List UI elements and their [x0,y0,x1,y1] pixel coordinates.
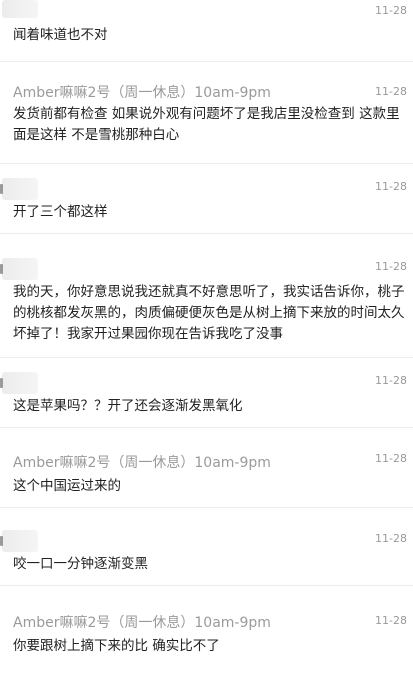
sender-name: Amber嘛嘛2号（周一休息）10am-9pm [13,85,271,101]
message-item: 11-28 闻着味道也不对 [0,0,413,62]
message-time: 11-28 [375,374,407,387]
message-text: 开了三个都这样 [13,204,108,220]
customer-avatar[interactable] [0,258,38,280]
message-time: 11-28 [375,614,407,627]
message-time: 11-28 [375,180,407,193]
customer-avatar[interactable] [0,530,38,552]
message-item: Amber嘛嘛2号（周一休息）10am-9pm 11-28 你要跟树上摘下来的比… [0,604,413,678]
message-item: 11-28 这是苹果吗？？开了还会逐渐发黑氧化 [0,366,413,428]
message-text: 你要跟树上摘下来的比 确实比不了 [13,638,220,654]
message-time: 11-28 [375,532,407,545]
customer-avatar[interactable] [2,0,38,18]
message-item: Amber嘛嘛2号（周一休息）10am-9pm 11-28 发货前都有检查 如果… [0,74,413,164]
message-time: 11-28 [375,85,407,98]
customer-avatar[interactable] [0,372,38,394]
message-item: 11-28 咬一口一分钟逐渐变黑 [0,524,413,586]
message-text: 闻着味道也不对 [13,27,108,43]
message-text: 咬一口一分钟逐渐变黑 [13,556,148,572]
customer-avatar[interactable] [0,178,38,200]
message-time: 11-28 [375,4,407,17]
message-time: 11-28 [375,260,407,273]
sender-name: Amber嘛嘛2号（周一休息）10am-9pm [13,615,271,631]
message-text: 我的天，你好意思说我还就真不好意思听了，我实话告诉你，桃子的桃核都发灰黑的，肉质… [13,284,405,342]
message-text: 这个中国运过来的 [13,478,121,494]
message-text: 这是苹果吗？？开了还会逐渐发黑氧化 [13,398,243,414]
message-text: 发货前都有检查 如果说外观有问题坏了是我店里没检查到 这款里面是这样 不是雪桃那… [13,106,400,143]
sender-name: Amber嘛嘛2号（周一休息）10am-9pm [13,455,271,471]
message-item: 11-28 开了三个都这样 [0,172,413,234]
message-item: 11-28 我的天，你好意思说我还就真不好意思听了，我实话告诉你，桃子的桃核都发… [0,252,413,358]
message-time: 11-28 [375,452,407,465]
message-item: Amber嘛嘛2号（周一休息）10am-9pm 11-28 这个中国运过来的 [0,442,413,508]
